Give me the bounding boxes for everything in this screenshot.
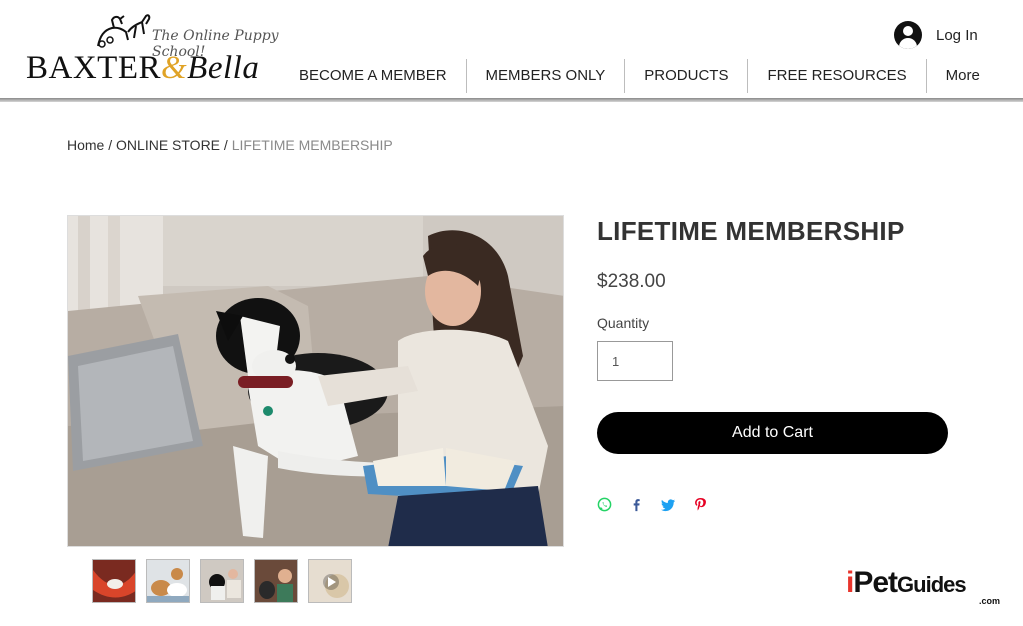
site-header: The Online Puppy School! BAXTER&Bella Lo… (0, 0, 1023, 100)
facebook-icon[interactable] (629, 497, 644, 512)
nav-products[interactable]: PRODUCTS (625, 59, 747, 93)
whatsapp-icon[interactable] (597, 497, 612, 512)
girl-dog-thumb-icon (201, 560, 243, 602)
thumbnail-2[interactable] (146, 559, 190, 603)
breadcrumb-current: LIFETIME MEMBERSHIP (231, 137, 393, 153)
user-avatar-icon (894, 21, 922, 49)
dog-hammock-thumb-icon (93, 560, 135, 602)
logo-wordmark: BAXTER&Bella (26, 50, 259, 87)
thumbnail-4[interactable] (254, 559, 298, 603)
watermark-logo: iPetGuides (846, 566, 967, 600)
dogs-logo-icon (97, 14, 151, 48)
thumbnail-1[interactable] (92, 559, 136, 603)
quantity-label: Quantity (597, 315, 650, 331)
thumbnail-5-video[interactable] (308, 559, 352, 603)
logo-brand-right: Bella (187, 50, 260, 86)
product-price: $238.00 (597, 271, 666, 292)
twitter-icon[interactable] (661, 497, 676, 512)
logo-brand-left: BAXTER (26, 50, 161, 86)
header-divider (0, 98, 1023, 102)
nav-become-member[interactable]: BECOME A MEMBER (280, 59, 466, 93)
breadcrumb-separator: / (220, 137, 232, 153)
breadcrumb-separator: / (104, 137, 117, 153)
site-logo[interactable]: The Online Puppy School! BAXTER&Bella (26, 10, 288, 92)
dogs-blanket-thumb-icon (147, 560, 189, 602)
watermark-suffix: .com (978, 596, 1000, 606)
product-main-image[interactable] (67, 215, 564, 547)
share-bar (597, 497, 708, 512)
breadcrumb-home[interactable]: Home (67, 137, 104, 153)
nav-members-only[interactable]: MEMBERS ONLY (467, 59, 625, 93)
watermark-guides: Guides (897, 572, 967, 597)
login-label: Log In (936, 26, 978, 44)
product-title: LIFETIME MEMBERSHIP (597, 216, 905, 246)
add-to-cart-button[interactable]: Add to Cart (597, 412, 948, 454)
ipetguides-watermark: iPetGuides .com (846, 566, 1006, 606)
breadcrumb: Home / ONLINE STORE / LIFETIME MEMBERSHI… (67, 137, 393, 153)
breadcrumb-store[interactable]: ONLINE STORE (116, 137, 220, 153)
login-button[interactable]: Log In (894, 20, 978, 50)
girl-with-dog-photo (68, 216, 563, 546)
nav-more[interactable]: More (927, 59, 999, 93)
product-thumbnails (92, 559, 352, 603)
quantity-input[interactable] (597, 341, 673, 381)
watermark-pet: Pet (853, 566, 898, 599)
nav-free-resources[interactable]: FREE RESOURCES (748, 59, 925, 93)
logo-ampersand: & (161, 50, 188, 86)
pinterest-icon[interactable] (693, 497, 708, 512)
thumbnail-3[interactable] (200, 559, 244, 603)
puppy-video-thumb-icon (309, 560, 351, 602)
main-nav: BECOME A MEMBER MEMBERS ONLY PRODUCTS FR… (280, 59, 999, 93)
boy-dogs-thumb-icon (255, 560, 297, 602)
